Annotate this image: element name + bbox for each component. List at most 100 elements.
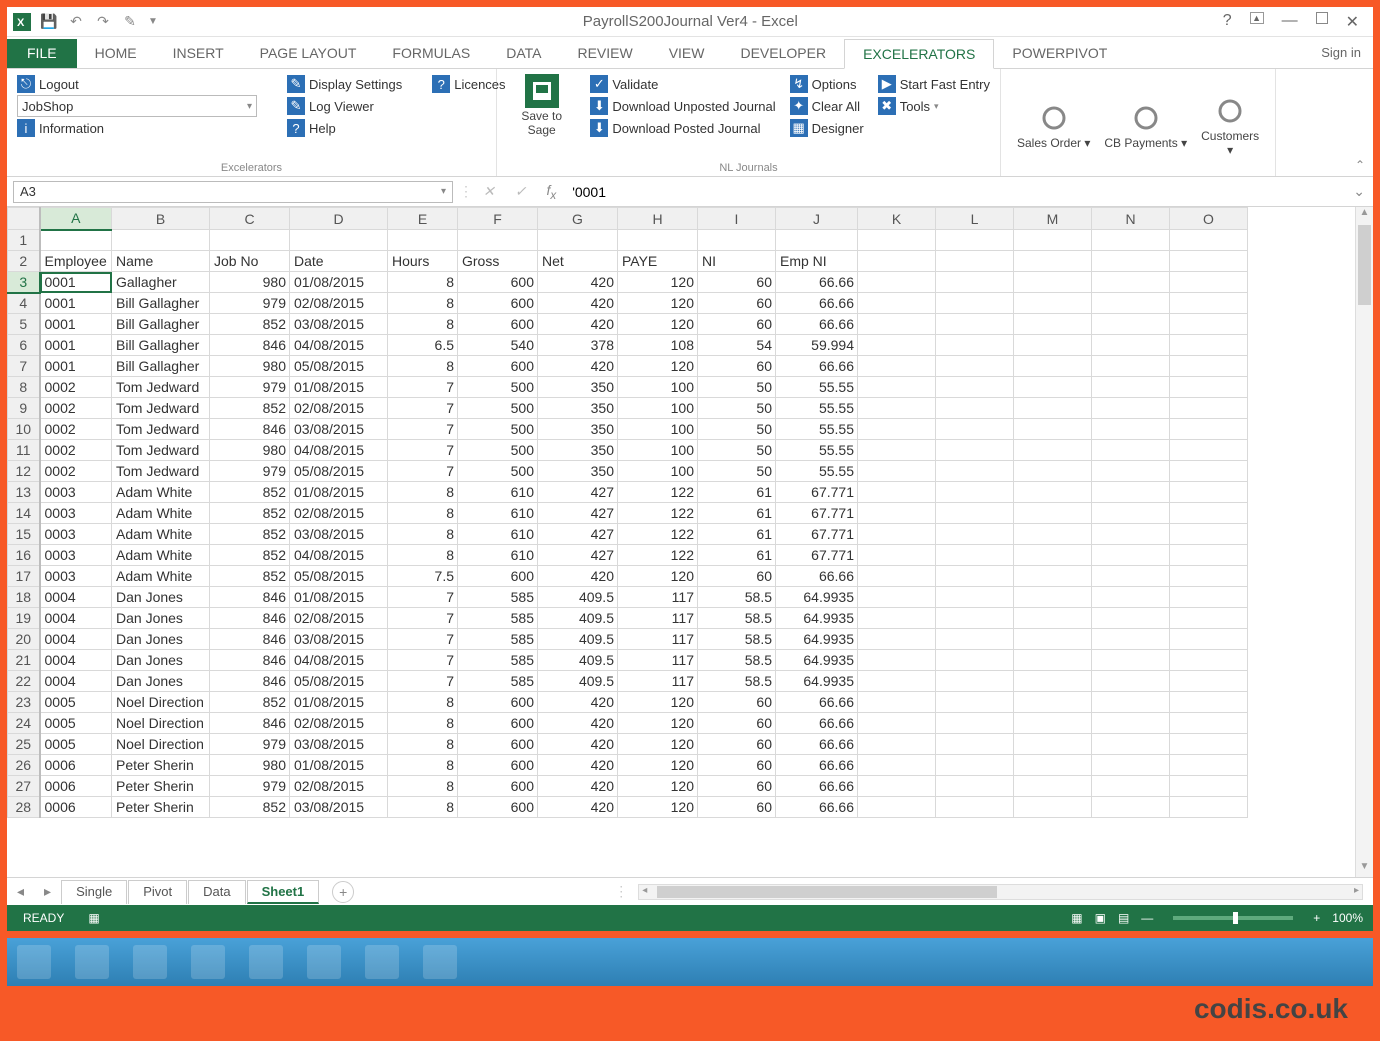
cell[interactable]	[1092, 713, 1170, 734]
cell[interactable]	[858, 608, 936, 629]
licences-button[interactable]: ?Licences	[432, 73, 505, 95]
cell[interactable]	[1092, 251, 1170, 272]
cell[interactable]	[1092, 566, 1170, 587]
cell[interactable]	[936, 524, 1014, 545]
cell[interactable]	[1014, 272, 1092, 293]
cell[interactable]: 02/08/2015	[290, 713, 388, 734]
cell[interactable]: Adam White	[112, 482, 210, 503]
cell[interactable]: 117	[618, 608, 698, 629]
cell[interactable]: 67.771	[776, 503, 858, 524]
cell[interactable]	[936, 461, 1014, 482]
cell[interactable]: 117	[618, 650, 698, 671]
cell[interactable]: 60	[698, 293, 776, 314]
cell[interactable]: 0003	[40, 503, 112, 524]
row-header[interactable]: 15	[8, 524, 40, 545]
cell[interactable]: 8	[388, 734, 458, 755]
cell[interactable]: 55.55	[776, 377, 858, 398]
cell[interactable]: Dan Jones	[112, 587, 210, 608]
cell[interactable]: 585	[458, 608, 538, 629]
cell[interactable]: 350	[538, 461, 618, 482]
col-header[interactable]: O	[1170, 208, 1248, 230]
cell[interactable]	[1092, 335, 1170, 356]
cell[interactable]: 980	[210, 356, 290, 377]
cell[interactable]	[858, 524, 936, 545]
cell[interactable]	[858, 629, 936, 650]
start-button[interactable]	[17, 945, 51, 979]
cell[interactable]: 500	[458, 377, 538, 398]
cell[interactable]: 8	[388, 692, 458, 713]
taskbar-app-icon[interactable]	[191, 945, 225, 979]
cell[interactable]: 6.5	[388, 335, 458, 356]
cell[interactable]: 01/08/2015	[290, 587, 388, 608]
cell[interactable]	[858, 755, 936, 776]
download-posted-button[interactable]: ⬇Download Posted Journal	[590, 117, 775, 139]
cell[interactable]	[858, 335, 936, 356]
cell[interactable]	[936, 356, 1014, 377]
cell[interactable]: 120	[618, 776, 698, 797]
cell[interactable]: 600	[458, 692, 538, 713]
worksheet[interactable]: ABCDEFGHIJKLMNO12EmployeeNameJob NoDateH…	[7, 207, 1373, 877]
ribbon-tab-review[interactable]: REVIEW	[559, 39, 650, 68]
cell[interactable]: 0002	[40, 440, 112, 461]
cell[interactable]: Noel Direction	[112, 692, 210, 713]
cell[interactable]: 0003	[40, 482, 112, 503]
cell[interactable]	[40, 230, 112, 251]
cell[interactable]: 979	[210, 776, 290, 797]
cell[interactable]: 58.5	[698, 587, 776, 608]
cell[interactable]	[1170, 482, 1248, 503]
cell[interactable]	[936, 377, 1014, 398]
cell[interactable]: 420	[538, 293, 618, 314]
cell[interactable]	[1014, 671, 1092, 692]
cell[interactable]: Dan Jones	[112, 671, 210, 692]
cell[interactable]: Tom Jedward	[112, 461, 210, 482]
cell[interactable]: 100	[618, 377, 698, 398]
cell[interactable]: 04/08/2015	[290, 335, 388, 356]
cell[interactable]: 846	[210, 335, 290, 356]
cell[interactable]: 0001	[40, 272, 112, 293]
cell[interactable]: Bill Gallagher	[112, 335, 210, 356]
cell[interactable]	[1170, 398, 1248, 419]
cell[interactable]: 409.5	[538, 671, 618, 692]
cell[interactable]	[1092, 587, 1170, 608]
undo-icon[interactable]: ↶	[67, 13, 85, 31]
cell[interactable]: 03/08/2015	[290, 734, 388, 755]
cell[interactable]: 852	[210, 398, 290, 419]
cell[interactable]: 120	[618, 314, 698, 335]
cell[interactable]	[1170, 377, 1248, 398]
tab-split[interactable]: ⋮	[614, 883, 628, 900]
cb-payments-button[interactable]: CB Payments ▾	[1098, 77, 1193, 174]
cell[interactable]: 420	[538, 314, 618, 335]
cell[interactable]	[210, 230, 290, 251]
display-settings-button[interactable]: ✎Display Settings	[287, 73, 402, 95]
cell[interactable]	[858, 461, 936, 482]
cell[interactable]: 846	[210, 671, 290, 692]
cell[interactable]: 58.5	[698, 650, 776, 671]
cell[interactable]: 8	[388, 503, 458, 524]
cell[interactable]: 409.5	[538, 608, 618, 629]
cell[interactable]: 420	[538, 713, 618, 734]
cell[interactable]	[1092, 377, 1170, 398]
cell[interactable]: 55.55	[776, 419, 858, 440]
cell[interactable]: 0004	[40, 629, 112, 650]
cell[interactable]: 01/08/2015	[290, 692, 388, 713]
cell[interactable]: Hours	[388, 251, 458, 272]
cell[interactable]	[1170, 356, 1248, 377]
sheet-tab-data[interactable]: Data	[188, 880, 245, 904]
cell[interactable]: 846	[210, 419, 290, 440]
cell[interactable]	[936, 692, 1014, 713]
row-header[interactable]: 21	[8, 650, 40, 671]
cell[interactable]: 66.66	[776, 797, 858, 818]
cell[interactable]: Bill Gallagher	[112, 356, 210, 377]
cell[interactable]: 427	[538, 503, 618, 524]
log-viewer-button[interactable]: ✎Log Viewer	[287, 95, 402, 117]
col-header[interactable]: J	[776, 208, 858, 230]
cell[interactable]: 50	[698, 377, 776, 398]
cell[interactable]: 427	[538, 545, 618, 566]
cell[interactable]	[858, 587, 936, 608]
cell[interactable]: 66.66	[776, 755, 858, 776]
ribbon-tab-data[interactable]: DATA	[488, 39, 559, 68]
page-break-view-icon[interactable]: ▤	[1118, 911, 1129, 925]
cell[interactable]: 852	[210, 797, 290, 818]
cell[interactable]: 979	[210, 461, 290, 482]
cell[interactable]	[698, 230, 776, 251]
